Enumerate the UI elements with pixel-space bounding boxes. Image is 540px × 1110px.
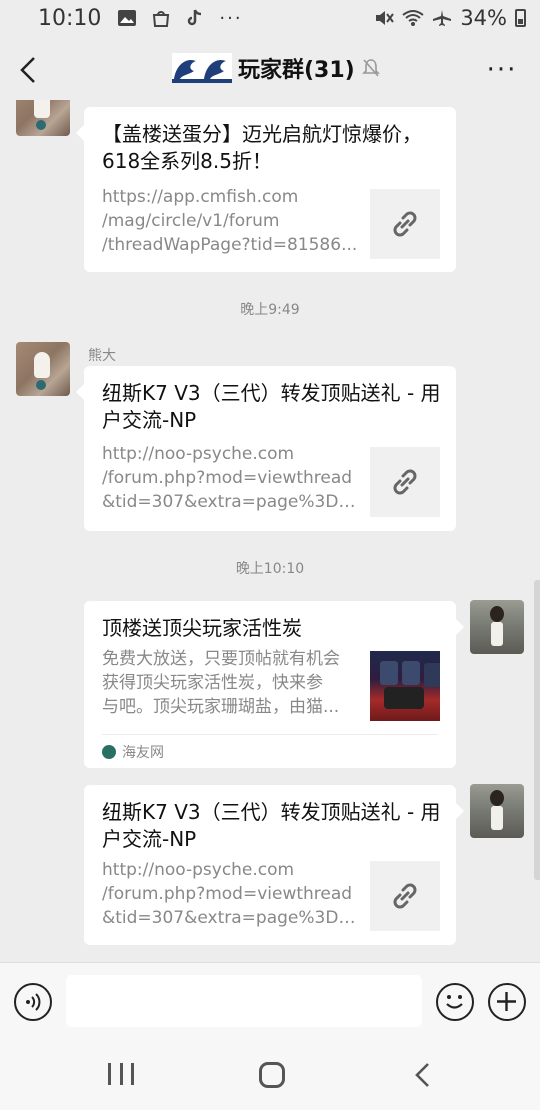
time-divider: 晚上9:49 <box>240 302 300 318</box>
status-bar: 10:10 ··· 34% <box>0 0 540 36</box>
wave-emoji-icon <box>172 53 232 83</box>
source-logo-icon <box>102 744 116 759</box>
source-name: 海友网 <box>122 744 164 761</box>
home-button[interactable] <box>259 1062 285 1088</box>
airplane-icon <box>433 10 452 26</box>
recent-apps-button[interactable] <box>108 1063 134 1087</box>
bubble-tail <box>456 803 464 819</box>
card-source: 海友网 <box>102 734 438 768</box>
header-title-group[interactable]: 玩家群(31) <box>172 52 381 84</box>
card-thumbnail <box>370 861 440 931</box>
card-title: 顶楼送顶尖玩家活性炭 <box>102 616 302 640</box>
card-description-line: https://app.cmfish.com <box>102 187 299 207</box>
more-notifications-icon: ··· <box>219 7 243 29</box>
status-time: 10:10 <box>38 5 102 31</box>
gallery-icon <box>118 10 137 26</box>
card-description-line: &tid=307&extra=page%3D1... <box>102 908 358 928</box>
article-thumbnail-image <box>370 651 440 721</box>
article-card-message[interactable]: 顶楼送顶尖玩家活性炭 免费大放送，只要顶帖就有机会 获得顶尖玩家活性炭，快来参 … <box>84 601 464 768</box>
chat-title: 玩家群(31) <box>238 58 355 83</box>
plus-icon <box>497 992 516 1011</box>
card-description-line: 获得顶尖玩家活性炭，快来参 <box>102 673 323 693</box>
sender-name: 熊大 <box>88 348 116 364</box>
card-description: https://app.cmfish.com /mag/circle/v1/fo… <box>102 185 358 257</box>
time-divider: 晚上10:10 <box>235 561 305 577</box>
card-description: 免费大放送，只要顶帖就有机会 获得顶尖玩家活性炭，快来参 与吧。顶尖玩家珊瑚盐，… <box>102 647 358 719</box>
chevron-left-icon <box>20 57 35 83</box>
more-functions-button[interactable] <box>488 983 526 1021</box>
battery-percent: 34% <box>460 6 507 30</box>
link-icon <box>393 469 417 495</box>
link-icon <box>393 883 417 909</box>
card-description-line: /mag/circle/v1/forum <box>102 211 280 231</box>
message-input[interactable] <box>66 975 422 1027</box>
bubble-tail <box>76 125 84 141</box>
card-description-line: 与吧。顶尖玩家珊瑚盐，由猫... <box>102 697 340 717</box>
card-description: http://noo-psyche.com /forum.php?mod=vie… <box>102 858 358 930</box>
system-nav-bar <box>0 1040 540 1110</box>
chevron-left-icon <box>415 1063 429 1087</box>
card-description-line: /forum.php?mod=viewthread <box>102 468 353 488</box>
chat-message-list[interactable]: 【盖楼送蛋分】迈光启航灯惊爆价，618全系列8.5折！ https://app.… <box>0 100 540 962</box>
card-title: 纽斯K7 V3（三代）转发顶贴送礼 - 用户交流-NP <box>102 381 441 432</box>
link-icon <box>393 211 417 237</box>
avatar[interactable] <box>470 784 524 838</box>
link-card-message[interactable]: 纽斯K7 V3（三代）转发顶贴送礼 - 用户交流-NP http://noo-p… <box>84 785 464 945</box>
avatar[interactable] <box>16 342 70 396</box>
bell-muted-icon <box>361 59 380 77</box>
system-back-button[interactable] <box>410 1062 436 1088</box>
card-description: http://noo-psyche.com /forum.php?mod=vie… <box>102 442 358 514</box>
card-description-line: /threadWapPage?tid=81586... <box>102 235 358 255</box>
voice-icon <box>26 993 41 1011</box>
wifi-icon <box>402 10 424 26</box>
avatar[interactable] <box>470 600 524 654</box>
card-description-line: http://noo-psyche.com <box>102 444 295 464</box>
card-title: 【盖楼送蛋分】迈光启航灯惊爆价，618全系列8.5折！ <box>102 122 422 173</box>
bubble-tail <box>76 384 84 400</box>
scrollbar[interactable] <box>534 580 540 880</box>
bag-icon <box>153 11 170 27</box>
avatar[interactable] <box>16 100 70 136</box>
card-title: 纽斯K7 V3（三代）转发顶贴送礼 - 用户交流-NP <box>102 800 441 851</box>
link-card-message[interactable]: 纽斯K7 V3（三代）转发顶贴送礼 - 用户交流-NP http://noo-p… <box>76 366 456 531</box>
emoji-button[interactable] <box>436 983 474 1021</box>
card-thumbnail <box>370 189 440 259</box>
card-description-line: /forum.php?mod=viewthread <box>102 884 353 904</box>
card-thumbnail <box>370 447 440 517</box>
tiktok-icon <box>188 9 202 26</box>
more-options-button[interactable]: ··· <box>486 54 518 86</box>
battery-icon <box>515 9 526 27</box>
mute-status-icon <box>376 11 395 25</box>
card-description-line: 免费大放送，只要顶帖就有机会 <box>102 649 340 669</box>
card-description-line: &tid=307&extra=page%3D1... <box>102 492 358 512</box>
link-card-message[interactable]: 【盖楼送蛋分】迈光启航灯惊爆价，618全系列8.5折！ https://app.… <box>76 107 456 272</box>
input-bar <box>0 962 540 1040</box>
back-button[interactable] <box>14 54 42 86</box>
bubble-tail <box>456 619 464 635</box>
voice-input-button[interactable] <box>14 983 52 1021</box>
card-description-line: http://noo-psyche.com <box>102 860 295 880</box>
chat-header: 玩家群(31) ··· <box>0 40 540 100</box>
smiley-icon <box>446 995 463 1009</box>
